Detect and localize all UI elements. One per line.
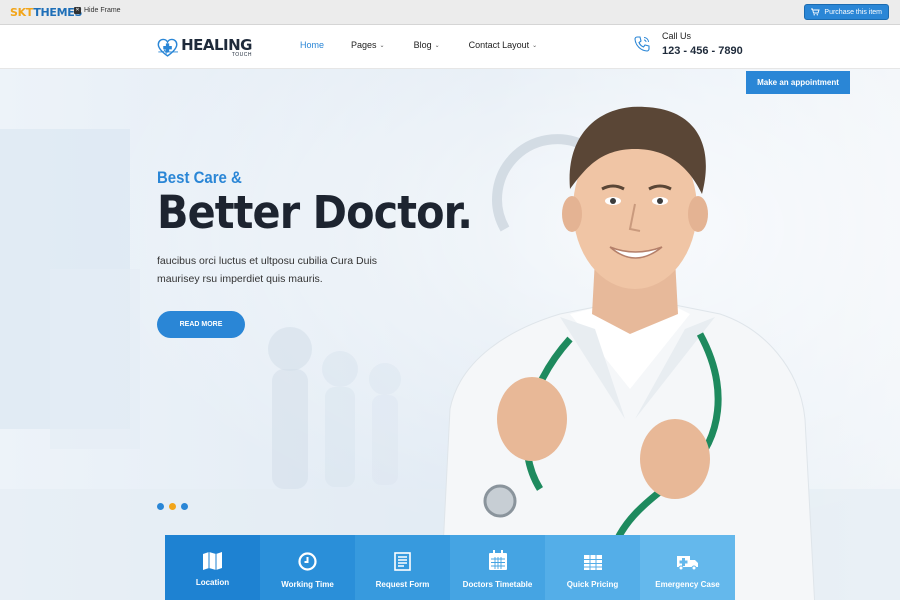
nav-contact-label: Contact Layout xyxy=(468,40,530,50)
site-logo[interactable]: HEALING TOUCH xyxy=(157,33,252,63)
feature-tile-emergency-case[interactable]: Emergency Case xyxy=(640,535,735,600)
nav-contact-layout[interactable]: Contact Layout ⌄ xyxy=(469,40,538,50)
map-icon xyxy=(203,552,222,570)
cart-icon xyxy=(811,8,821,16)
feature-label: Quick Pricing xyxy=(566,580,619,589)
nav-pages[interactable]: Pages ⌄ xyxy=(351,40,385,50)
sktthemes-logo[interactable]: SKTTHEMES xyxy=(10,6,82,19)
hero-kicker: Best Care & xyxy=(157,168,242,187)
feature-label: Working Time xyxy=(281,580,334,589)
ambulance-icon xyxy=(677,556,698,571)
feature-tile-request-form[interactable]: Request Form xyxy=(355,535,450,600)
form-icon xyxy=(394,552,411,571)
brand-part1: SKT xyxy=(10,6,34,19)
feature-label: Doctors Timetable xyxy=(462,580,533,589)
nav-blog[interactable]: Blog ⌄ xyxy=(414,40,440,50)
feature-label: Emergency Case xyxy=(655,580,720,589)
slider-dot[interactable] xyxy=(181,503,188,510)
pricing-table-icon xyxy=(583,555,602,570)
site-header: HEALING TOUCH Home Pages ⌄ Blog ⌄ Contac… xyxy=(0,25,900,69)
heart-cross-logo-icon xyxy=(157,38,179,57)
feature-label: Location xyxy=(195,578,230,587)
main-nav: Home Pages ⌄ Blog ⌄ Contact Layout ⌄ xyxy=(300,40,537,50)
hero-description: faucibus orci luctus et ultposu cubilia … xyxy=(157,255,378,285)
doctor-photo xyxy=(439,106,816,600)
feature-tile-doctors-timetable[interactable]: Doctors Timetable xyxy=(450,535,545,600)
logo-title: HEALING xyxy=(181,36,252,54)
slider-dot[interactable] xyxy=(169,503,176,510)
phone-number[interactable]: 123 - 456 - 7890 xyxy=(662,45,743,57)
hide-frame-icon: ✕ xyxy=(74,7,81,14)
purchase-label: Purchase this item xyxy=(824,8,882,16)
chevron-down-icon: ⌄ xyxy=(532,42,538,49)
hide-frame-label: Hide Frame xyxy=(84,7,121,14)
read-more-button[interactable]: READ MORE xyxy=(157,311,245,338)
feature-tile-working-time[interactable]: Working Time xyxy=(260,535,355,600)
make-appointment-button[interactable]: Make an appointment xyxy=(746,71,850,94)
chevron-down-icon: ⌄ xyxy=(434,42,440,49)
calendar-icon xyxy=(488,550,507,570)
nav-home-label: Home xyxy=(300,40,325,50)
nav-home[interactable]: Home xyxy=(300,40,324,50)
slider-dot[interactable] xyxy=(157,503,164,510)
hero-slider: Make an appointment Best Care & Better D… xyxy=(0,69,900,600)
hide-frame-link[interactable]: ✕ Hide Frame xyxy=(74,7,121,14)
call-us-block: Call Us 123 - 456 - 7890 xyxy=(633,31,743,57)
feature-tiles: Location Working Time Request Form Docto… xyxy=(165,535,735,600)
nav-pages-label: Pages xyxy=(351,40,377,50)
phone-icon xyxy=(634,36,650,52)
feature-tile-quick-pricing[interactable]: Quick Pricing xyxy=(545,535,640,600)
clock-icon xyxy=(298,552,317,571)
feature-tile-location[interactable]: Location xyxy=(165,535,260,600)
feature-label: Request Form xyxy=(375,580,430,589)
demo-frame-bar: SKTTHEMES ✕ Hide Frame Purchase this ite… xyxy=(0,0,900,25)
call-us-label: Call Us xyxy=(662,31,692,41)
slider-dots xyxy=(157,503,188,510)
nav-blog-label: Blog xyxy=(413,40,432,50)
chevron-down-icon: ⌄ xyxy=(379,42,385,49)
purchase-button[interactable]: Purchase this item xyxy=(804,4,889,20)
